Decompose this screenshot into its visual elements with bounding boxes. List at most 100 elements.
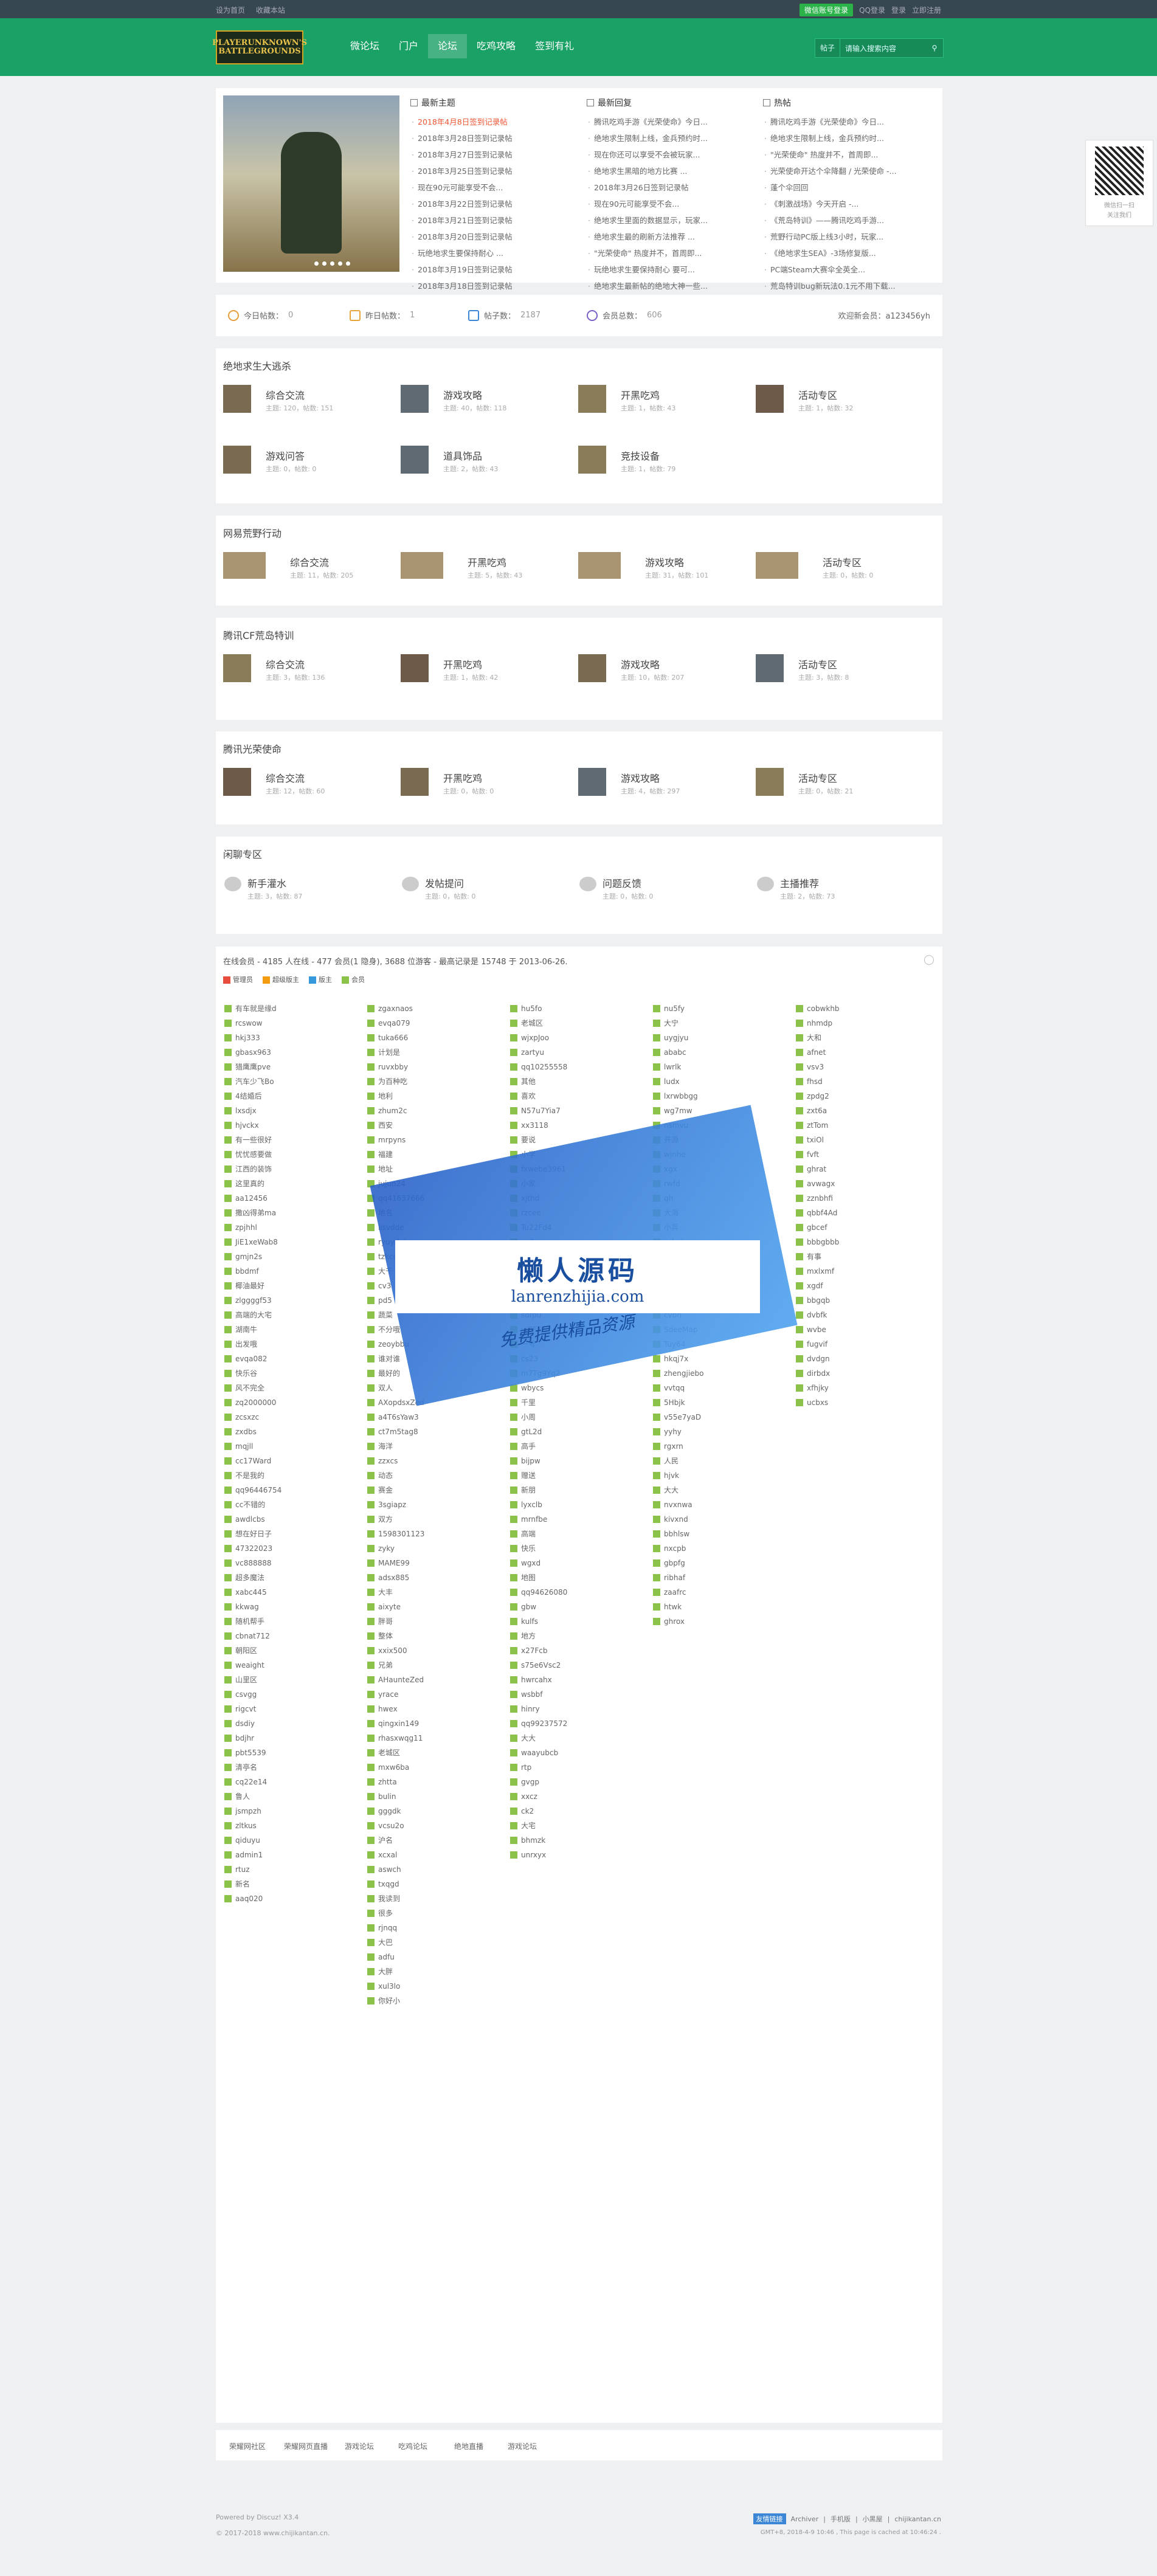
forum-name[interactable]: 问题反馈: [603, 875, 641, 890]
online-member[interactable]: vvtqq: [653, 1381, 790, 1395]
member-name[interactable]: 清亭名: [235, 1760, 257, 1775]
member-name[interactable]: 蔬菜: [378, 1308, 393, 1322]
member-name[interactable]: 高手: [521, 1439, 536, 1454]
member-name[interactable]: vvtqq: [664, 1381, 685, 1395]
online-member[interactable]: zcsxzc: [224, 1410, 361, 1424]
forum-item[interactable]: 开黑吃鸡 主题: 0，帖数: 0: [401, 768, 565, 810]
member-name[interactable]: hkj333: [235, 1031, 260, 1045]
member-name[interactable]: pbt5539: [235, 1746, 266, 1760]
member-name[interactable]: 快乐: [521, 1541, 536, 1556]
member-name[interactable]: ludx: [664, 1074, 680, 1089]
online-member[interactable]: yyhy: [653, 1424, 790, 1439]
thread-link[interactable]: 荒野行动PC版上线3小时，玩家...: [763, 229, 932, 245]
thread-link[interactable]: 绝地求生里面的数据显示，玩家...: [587, 212, 756, 229]
online-member[interactable]: afnet: [796, 1045, 933, 1060]
member-name[interactable]: mqjll: [235, 1439, 253, 1454]
online-member[interactable]: zlggggf53: [224, 1293, 361, 1308]
member-name[interactable]: 鲁人: [235, 1789, 250, 1804]
thread-link[interactable]: 2018年3月28日签到记录帖: [410, 130, 579, 147]
member-name[interactable]: 大宁: [664, 1016, 679, 1031]
member-name[interactable]: 不分哦: [378, 1322, 400, 1337]
member-name[interactable]: ucbxs: [807, 1395, 828, 1410]
online-member[interactable]: 大大: [653, 1483, 790, 1497]
online-member[interactable]: 兄弟: [367, 1658, 504, 1673]
member-name[interactable]: JiE1xeWab8: [235, 1235, 278, 1249]
member-name[interactable]: 山里区: [235, 1673, 257, 1687]
online-member[interactable]: lwrlk: [653, 1060, 790, 1074]
online-member[interactable]: yrace: [367, 1687, 504, 1702]
online-member[interactable]: dsdiy: [224, 1716, 361, 1731]
member-name[interactable]: zltkus: [235, 1818, 257, 1833]
member-name[interactable]: ribhaf: [664, 1570, 685, 1585]
member-name[interactable]: 撒凶得弟ma: [235, 1206, 276, 1220]
online-member[interactable]: cq22e14: [224, 1775, 361, 1789]
forum-name[interactable]: 道具饰品: [443, 448, 482, 463]
online-member[interactable]: wgxd: [510, 1556, 647, 1570]
member-name[interactable]: nxcpb: [664, 1541, 686, 1556]
online-member[interactable]: 这里真的: [224, 1176, 361, 1191]
online-member[interactable]: bbhlsw: [653, 1527, 790, 1541]
member-name[interactable]: xfhjky: [807, 1381, 829, 1395]
online-member[interactable]: 老城区: [367, 1746, 504, 1760]
online-member[interactable]: mxlxmf: [796, 1264, 933, 1279]
forum-name[interactable]: 游戏攻略: [621, 657, 660, 671]
member-name[interactable]: dirbdx: [807, 1366, 830, 1381]
forum-name[interactable]: 综合交流: [290, 554, 329, 569]
member-name[interactable]: nu5fy: [664, 1001, 685, 1016]
online-member[interactable]: xxcz: [510, 1789, 647, 1804]
member-name[interactable]: avwagx: [807, 1176, 835, 1191]
friend-link[interactable]: 游戏论坛: [508, 2441, 537, 2451]
member-name[interactable]: 地方: [521, 1629, 536, 1643]
online-member[interactable]: 鲁人: [224, 1789, 361, 1804]
member-name[interactable]: zzxcs: [378, 1454, 398, 1468]
member-name[interactable]: zpjhhl: [235, 1220, 257, 1235]
online-member[interactable]: 撒凶得弟ma: [224, 1206, 361, 1220]
member-name[interactable]: AHaunteZed: [378, 1673, 424, 1687]
online-member[interactable]: nxcpb: [653, 1541, 790, 1556]
member-name[interactable]: 双人: [378, 1381, 393, 1395]
member-name[interactable]: fvft: [807, 1147, 819, 1162]
member-name[interactable]: fugvif: [807, 1337, 827, 1352]
online-member[interactable]: 大宅: [510, 1818, 647, 1833]
member-name[interactable]: awdlcbs: [235, 1512, 265, 1527]
member-name[interactable]: 你好小: [378, 1994, 400, 2008]
member-name[interactable]: txiOl: [807, 1133, 824, 1147]
section-title[interactable]: 绝地求生大逃杀: [223, 358, 291, 373]
member-name[interactable]: cc不错的: [235, 1497, 265, 1512]
member-name[interactable]: ghrox: [664, 1614, 685, 1629]
forum-name[interactable]: 活动专区: [798, 770, 837, 785]
member-name[interactable]: vcsu2o: [378, 1818, 404, 1833]
member-name[interactable]: qq96446754: [235, 1483, 281, 1497]
member-name[interactable]: zznbhfi: [807, 1191, 833, 1206]
nav-item-portal[interactable]: 门户: [389, 34, 428, 58]
member-name[interactable]: 高端的大宅: [235, 1308, 272, 1322]
thread-link[interactable]: 现在你还可以享受不会被玩家...: [587, 147, 756, 163]
friend-link[interactable]: 绝地直播: [454, 2441, 483, 2451]
member-name[interactable]: wjxpJoo: [521, 1031, 549, 1045]
member-name[interactable]: xxcz: [521, 1789, 537, 1804]
online-member[interactable]: aswch: [367, 1862, 504, 1877]
member-name[interactable]: zhtta: [378, 1775, 397, 1789]
forum-item[interactable]: 游戏攻略 主题: 10，帖数: 207: [578, 654, 742, 697]
member-name[interactable]: hjvk: [664, 1468, 679, 1483]
member-name[interactable]: 小周: [521, 1410, 536, 1424]
online-member[interactable]: 大大: [510, 1731, 647, 1746]
member-name[interactable]: mrpyns: [378, 1133, 406, 1147]
online-member[interactable]: rjnqq: [367, 1921, 504, 1935]
register-link[interactable]: 立即注册: [912, 5, 941, 15]
online-member[interactable]: 超多魔法: [224, 1570, 361, 1585]
member-name[interactable]: N57u7Yia7: [521, 1103, 561, 1118]
friend-link[interactable]: 吃鸡论坛: [398, 2441, 427, 2451]
online-member[interactable]: s75e6Vsc2: [510, 1658, 647, 1673]
online-member[interactable]: 出发哦: [224, 1337, 361, 1352]
online-member[interactable]: zhum2c: [367, 1103, 504, 1118]
online-member[interactable]: adsx885: [367, 1570, 504, 1585]
online-member[interactable]: dvbfk: [796, 1308, 933, 1322]
online-member[interactable]: 快乐: [510, 1541, 647, 1556]
member-name[interactable]: zlggggf53: [235, 1293, 272, 1308]
online-member[interactable]: tuka666: [367, 1031, 504, 1045]
thread-link[interactable]: 2018年3月26日签到记录帖: [587, 179, 756, 196]
member-name[interactable]: gbpfg: [664, 1556, 685, 1570]
forum-item[interactable]: 综合交流 主题: 3，帖数: 136: [223, 654, 387, 697]
member-name[interactable]: qiduyu: [235, 1833, 260, 1848]
